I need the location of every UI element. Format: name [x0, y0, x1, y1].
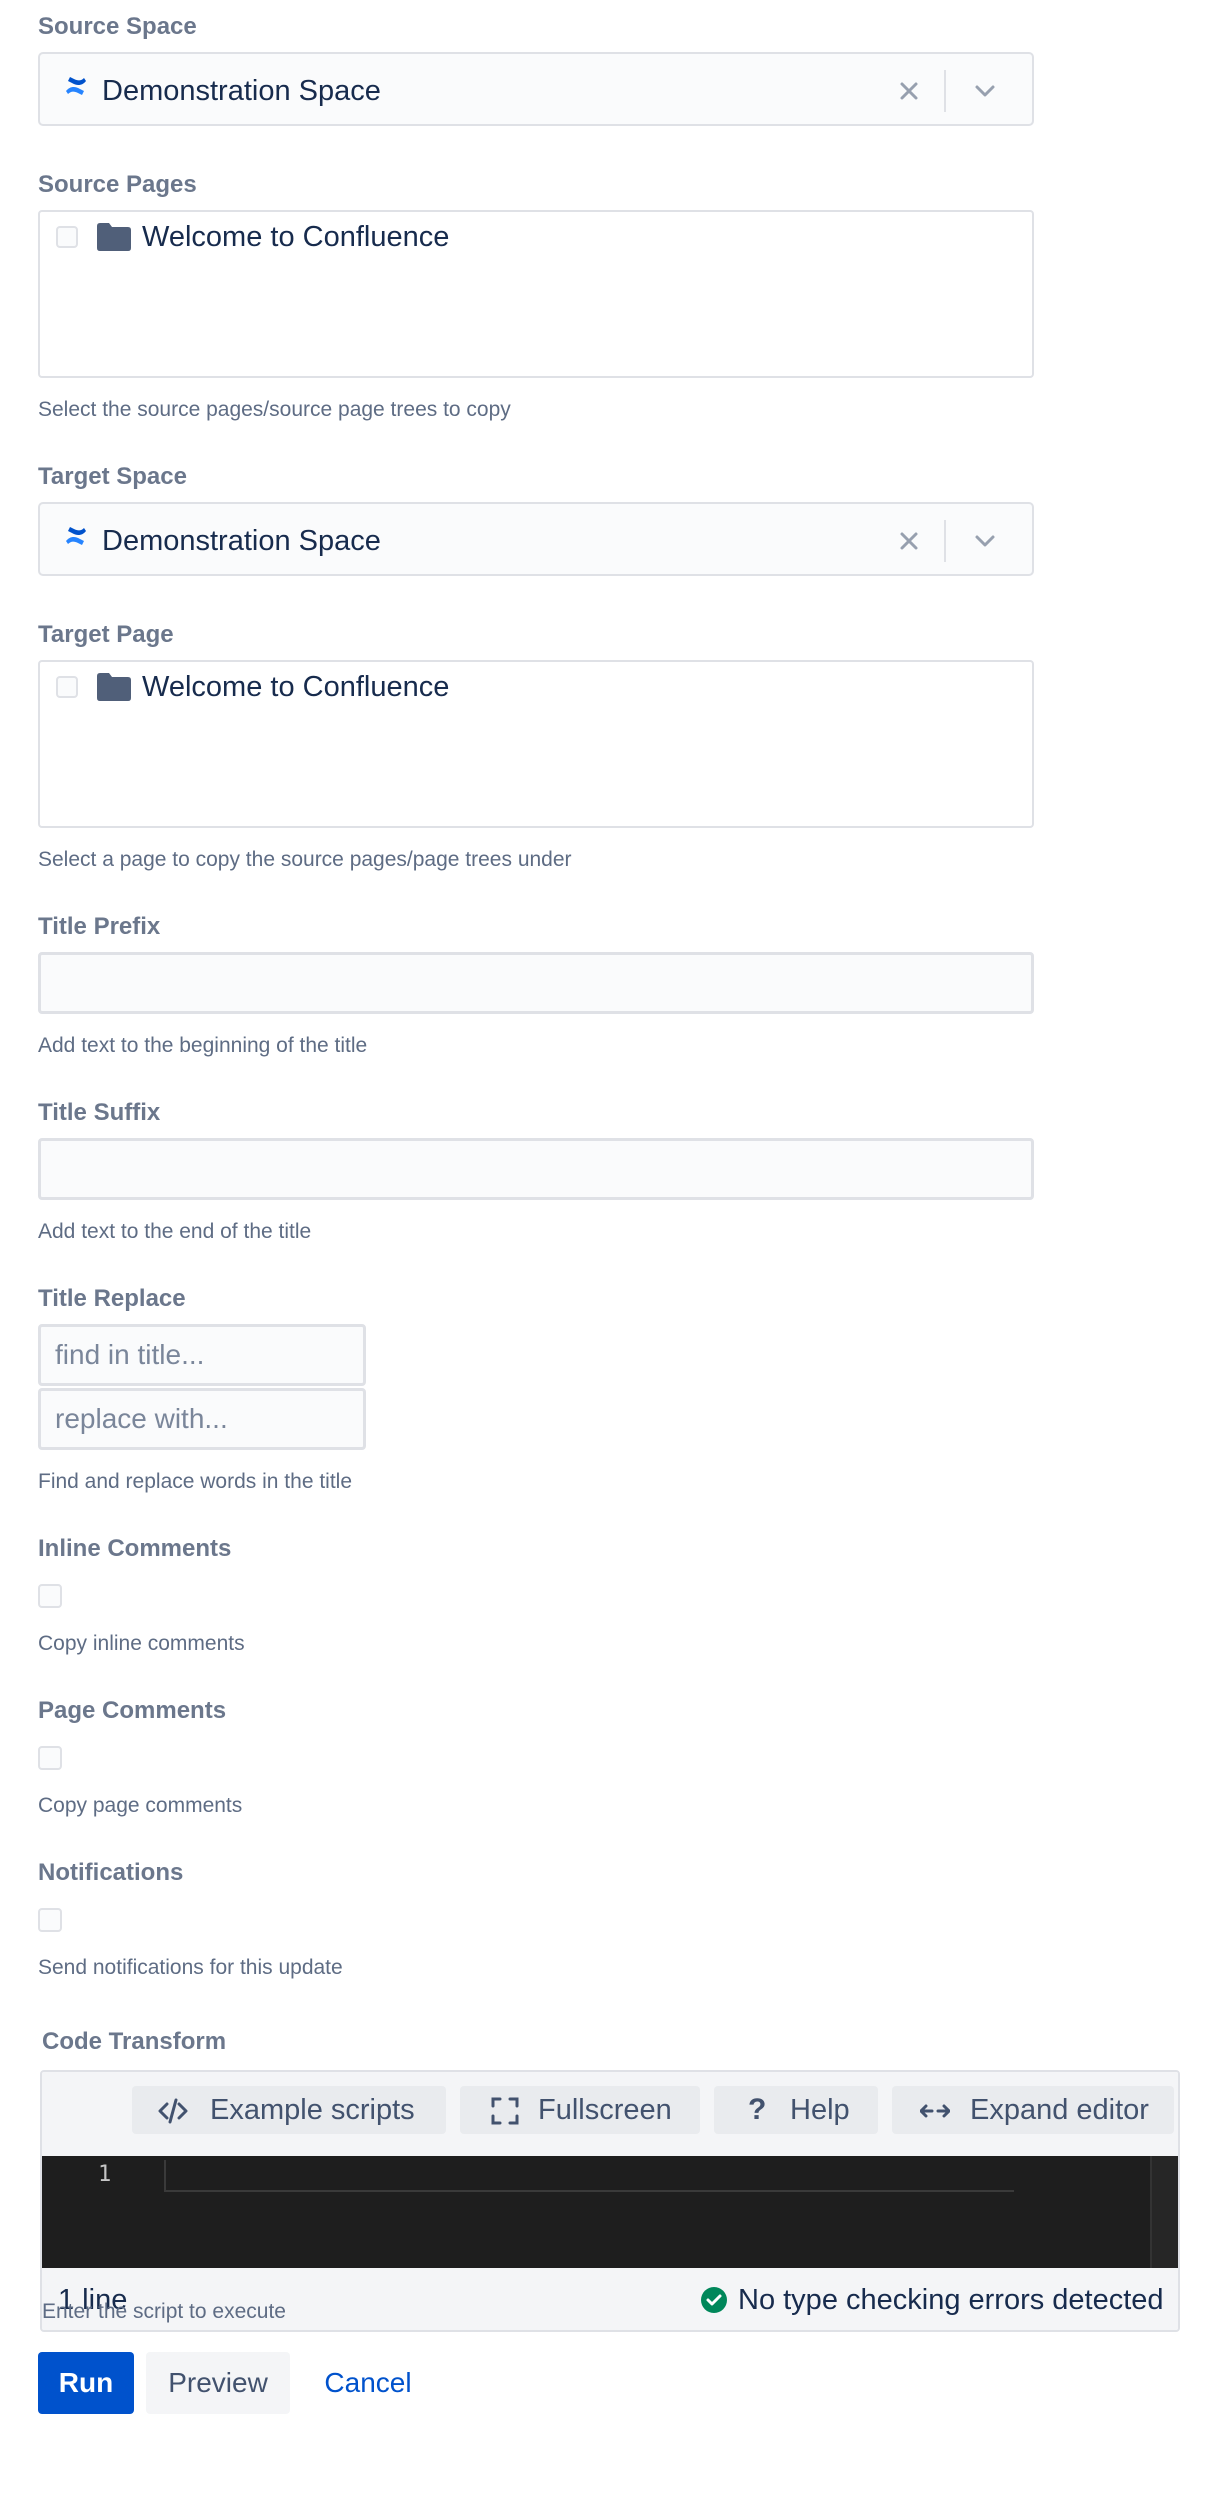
current-line-highlight: [164, 2190, 1014, 2192]
title-suffix-help: Add text to the end of the title: [38, 1220, 312, 1243]
target-page-title[interactable]: Welcome to Confluence: [142, 670, 449, 704]
target-page-checkbox[interactable]: [56, 676, 78, 698]
notifications-help: Send notifications for this update: [38, 1956, 343, 1979]
notifications-label: Notifications: [38, 1859, 184, 1886]
source-space-value: Demonstration Space: [102, 75, 381, 107]
chevron-down-icon[interactable]: [968, 74, 1002, 108]
line-number: 1: [98, 2162, 112, 2187]
title-replace-label: Title Replace: [38, 1285, 186, 1312]
confluence-icon: [66, 77, 86, 95]
expand-editor-label: Expand editor: [970, 2094, 1149, 2126]
example-scripts-label: Example scripts: [210, 2094, 415, 2126]
source-pages-tree[interactable]: Welcome to Confluence: [38, 210, 1034, 378]
fullscreen-label: Fullscreen: [538, 2094, 672, 2126]
run-button[interactable]: Run: [38, 2352, 134, 2414]
source-page-title[interactable]: Welcome to Confluence: [142, 220, 449, 254]
code-icon: [158, 2098, 188, 2124]
folder-icon: [97, 673, 131, 701]
cancel-button[interactable]: Cancel: [306, 2352, 430, 2414]
editor-toolbar: Example scripts Fullscreen ? Help Expand…: [42, 2072, 1178, 2156]
source-pages-label: Source Pages: [38, 171, 197, 198]
target-space-label: Target Space: [38, 463, 187, 490]
target-space-select[interactable]: Demonstration Space: [38, 502, 1034, 576]
title-suffix-input[interactable]: [38, 1138, 1034, 1200]
replace-with-input[interactable]: [38, 1388, 366, 1450]
folder-icon: [97, 223, 131, 251]
title-prefix-label: Title Prefix: [38, 913, 161, 940]
inline-comments-checkbox[interactable]: [38, 1584, 62, 1608]
inline-comments-help: Copy inline comments: [38, 1632, 245, 1655]
source-space-label: Source Space: [38, 13, 197, 40]
question-icon: ?: [748, 2093, 767, 2126]
clear-icon[interactable]: [892, 524, 926, 558]
confluence-icon: [66, 527, 86, 545]
code-transform-label: Code Transform: [42, 2028, 227, 2055]
title-replace-help: Find and replace words in the title: [38, 1470, 353, 1493]
title-prefix-input[interactable]: [38, 952, 1034, 1014]
code-transform-help: Enter the script to execute: [42, 2300, 286, 2323]
inline-comments-label: Inline Comments: [38, 1535, 232, 1562]
target-space-value: Demonstration Space: [102, 525, 381, 557]
editor-scrollbar[interactable]: [1150, 2156, 1178, 2268]
fullscreen-button[interactable]: Fullscreen: [460, 2086, 700, 2134]
code-area[interactable]: 1: [42, 2156, 1178, 2268]
page-comments-label: Page Comments: [38, 1697, 227, 1724]
title-prefix-help: Add text to the beginning of the title: [38, 1034, 368, 1057]
target-page-help: Select a page to copy the source pages/p…: [38, 848, 572, 871]
help-label: Help: [790, 2094, 850, 2126]
page-comments-help: Copy page comments: [38, 1794, 243, 1817]
code-editor: Example scripts Fullscreen ? Help Expand…: [40, 2070, 1180, 2332]
source-page-checkbox[interactable]: [56, 226, 78, 248]
cursor: [164, 2160, 166, 2190]
check-circle-icon: [701, 2287, 727, 2313]
find-in-title-input[interactable]: [38, 1324, 366, 1386]
target-page-label: Target Page: [38, 621, 174, 648]
clear-icon[interactable]: [892, 74, 926, 108]
fullscreen-icon: [491, 2097, 519, 2125]
target-page-tree[interactable]: Welcome to Confluence: [38, 660, 1034, 828]
expand-horizontal-icon: [920, 2104, 950, 2118]
expand-editor-button[interactable]: Expand editor: [892, 2086, 1174, 2134]
source-pages-help: Select the source pages/source page tree…: [38, 398, 511, 421]
source-space-select[interactable]: Demonstration Space: [38, 52, 1034, 126]
select-separator: [944, 70, 946, 112]
page-comments-checkbox[interactable]: [38, 1746, 62, 1770]
title-suffix-label: Title Suffix: [38, 1099, 161, 1126]
select-separator: [944, 520, 946, 562]
chevron-down-icon[interactable]: [968, 524, 1002, 558]
type-check-status: No type checking errors detected: [738, 2284, 1164, 2316]
example-scripts-button[interactable]: Example scripts: [132, 2086, 446, 2134]
help-button[interactable]: ? Help: [714, 2086, 878, 2134]
preview-button[interactable]: Preview: [146, 2352, 290, 2414]
notifications-checkbox[interactable]: [38, 1908, 62, 1932]
